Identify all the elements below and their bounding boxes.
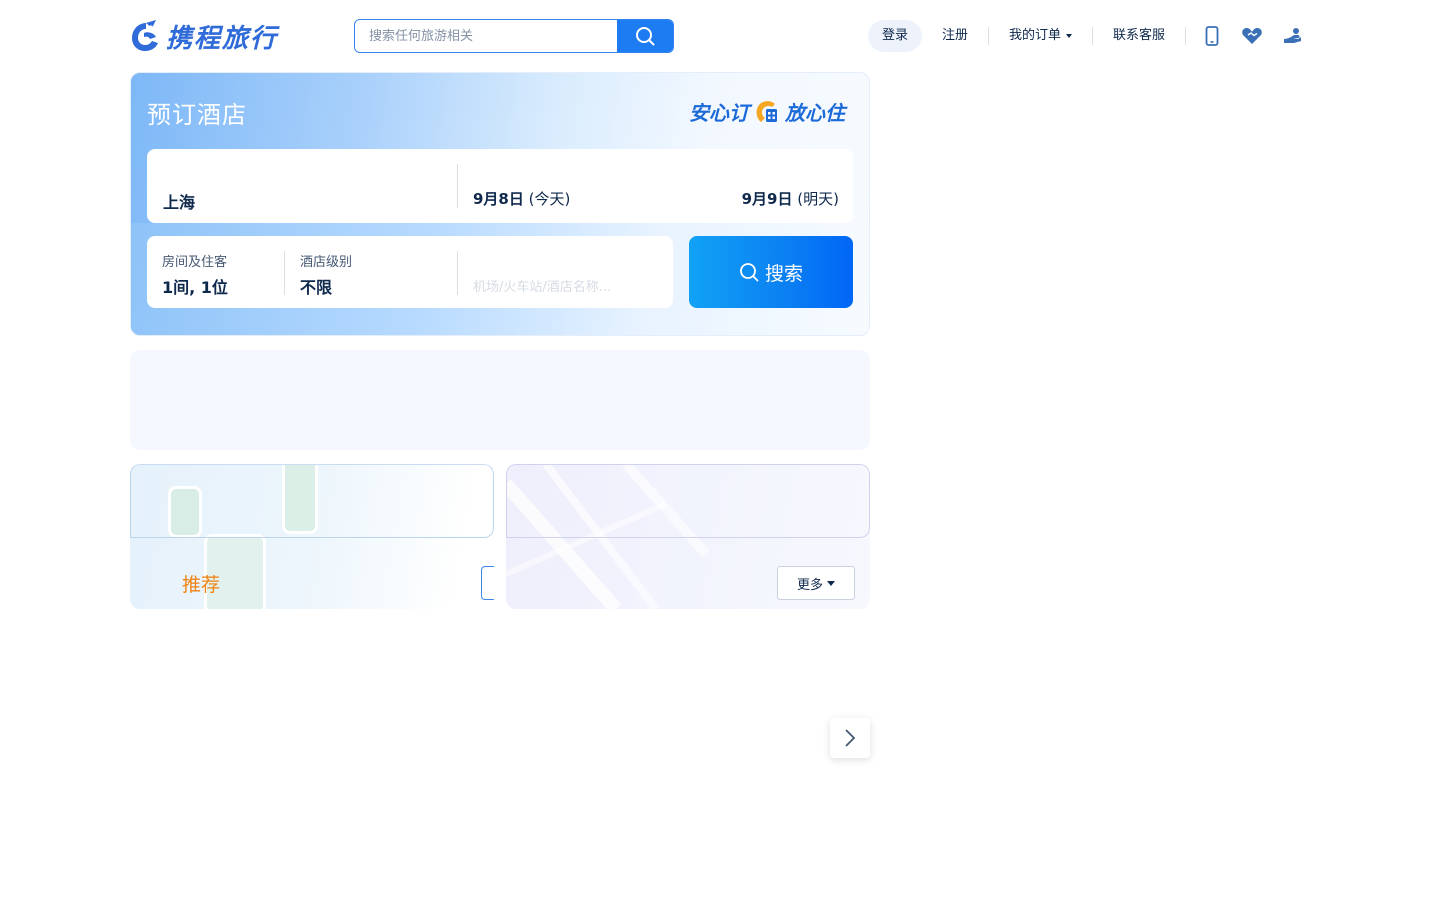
- hotel-level-value: 不限: [300, 278, 333, 297]
- shield-hotel-icon: [753, 98, 781, 126]
- checkin-date: 9月8日: [473, 190, 524, 208]
- service-button[interactable]: [1272, 20, 1312, 52]
- contact-service-link[interactable]: 联系客服: [1099, 20, 1179, 52]
- destination-date-row: 上海 9月8日 (今天) 9月9日 (明天): [147, 149, 853, 223]
- my-orders-label: 我的订单: [1008, 28, 1061, 43]
- more-card: 更多: [506, 464, 870, 609]
- slogan: 安心订 放心住: [689, 97, 845, 126]
- chevron-right-icon: [845, 729, 856, 747]
- caret-down-icon: [1065, 33, 1072, 38]
- search-icon: [636, 27, 655, 46]
- card-frame: [506, 464, 870, 538]
- recommend-tab[interactable]: 上: [481, 566, 494, 600]
- register-link[interactable]: 注册: [928, 20, 982, 52]
- top-header: 携程旅行 登录 注册 我的订单 联系客服: [0, 0, 1440, 72]
- caret-down-icon: [827, 580, 835, 586]
- charity-button[interactable]: [1232, 20, 1272, 52]
- field-divider: [284, 251, 285, 295]
- nav-divider: [1185, 27, 1186, 45]
- more-dropdown-button[interactable]: 更多: [777, 566, 855, 600]
- checkin-suffix: (今天): [528, 190, 571, 208]
- keyword-input[interactable]: 机场/火车站/酒店名称...: [473, 276, 611, 295]
- my-orders-menu[interactable]: 我的订单: [995, 20, 1086, 52]
- booking-title: 预订酒店: [147, 101, 247, 129]
- phone-icon: [1205, 26, 1219, 46]
- dolphin-logo-icon: [130, 19, 162, 53]
- slogan-left: 安心订: [689, 101, 749, 125]
- room-filter-row: 房间及住客 1间, 1位 酒店级别 不限 机场/火车站/酒店名称...: [147, 236, 673, 308]
- global-search: [354, 19, 674, 53]
- global-search-input[interactable]: [355, 20, 617, 52]
- card-frame: [130, 464, 494, 538]
- checkin-date-picker[interactable]: 9月8日 (今天): [473, 188, 570, 209]
- hotel-booking-panel: 预订酒店 安心订 放心住 上海 9月8日 (今天) 9月9日 (明天) 房间及住…: [130, 72, 870, 336]
- nav-divider: [987, 27, 989, 45]
- global-search-button[interactable]: [617, 20, 673, 52]
- field-divider: [457, 251, 458, 295]
- customer-service-icon: [1284, 28, 1301, 43]
- recommend-label: 推荐: [182, 574, 221, 596]
- promo-banner[interactable]: [130, 350, 870, 450]
- slogan-right: 放心住: [785, 101, 845, 125]
- login-button[interactable]: 登录: [867, 20, 922, 52]
- checkout-date-picker[interactable]: 9月9日 (明天): [742, 188, 839, 209]
- rooms-guests-value: 1间, 1位: [162, 278, 228, 297]
- destination-city-input[interactable]: 上海: [163, 189, 195, 213]
- logo-text: 携程旅行: [166, 23, 279, 54]
- nav-divider: [1091, 27, 1093, 45]
- search-icon: [740, 263, 759, 282]
- top-nav: 登录 注册 我的订单 联系客服: [867, 20, 1312, 52]
- field-divider: [457, 164, 458, 208]
- more-label: 更多: [796, 577, 823, 593]
- hotel-search-label: 搜索: [764, 262, 803, 285]
- mobile-app-button[interactable]: [1192, 20, 1232, 52]
- checkout-date: 9月9日: [741, 190, 793, 208]
- hotel-search-button[interactable]: 搜索: [689, 236, 853, 308]
- carousel-next-button[interactable]: [830, 718, 870, 758]
- recommend-card: 推荐 上: [130, 464, 494, 609]
- checkout-suffix: (明天): [797, 190, 839, 208]
- ctrip-logo[interactable]: 携程旅行: [130, 18, 278, 54]
- hotel-level-label: 酒店级别: [300, 255, 353, 270]
- rooms-guests-label: 房间及住客: [162, 255, 228, 270]
- heart-icon: [1242, 27, 1262, 44]
